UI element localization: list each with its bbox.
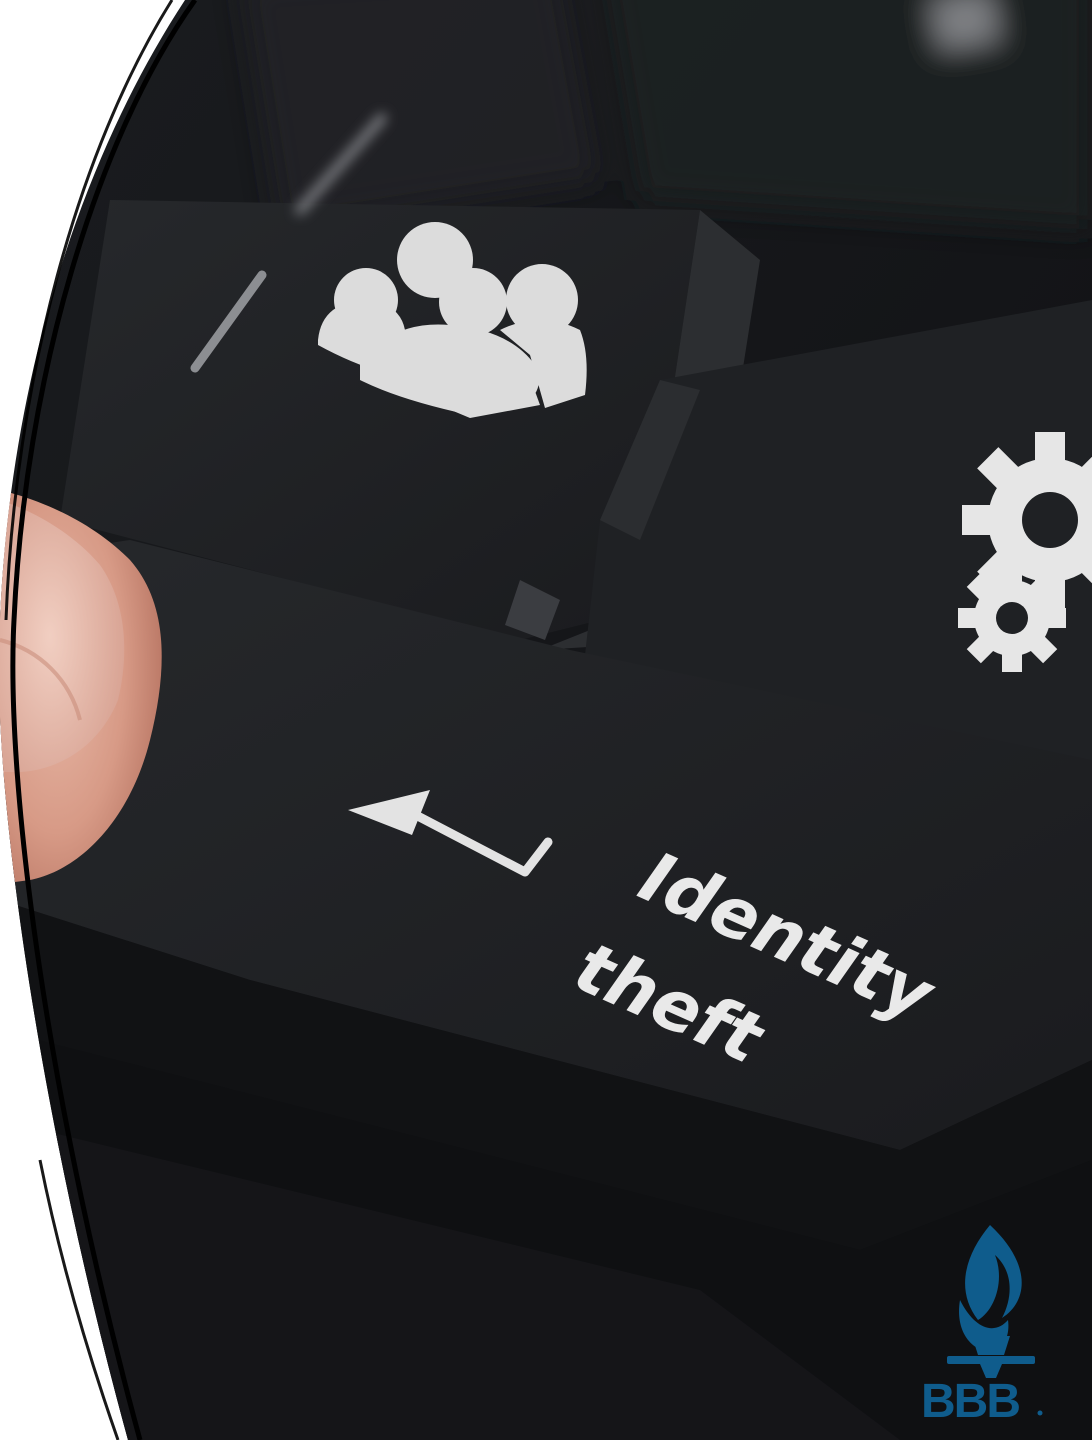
bbb-logo-text: BBB	[921, 1375, 1019, 1428]
keyboard-photo: Identity theft BBB	[0, 0, 1092, 1440]
slide-image-panel: Identity theft BBB	[0, 0, 1092, 1440]
